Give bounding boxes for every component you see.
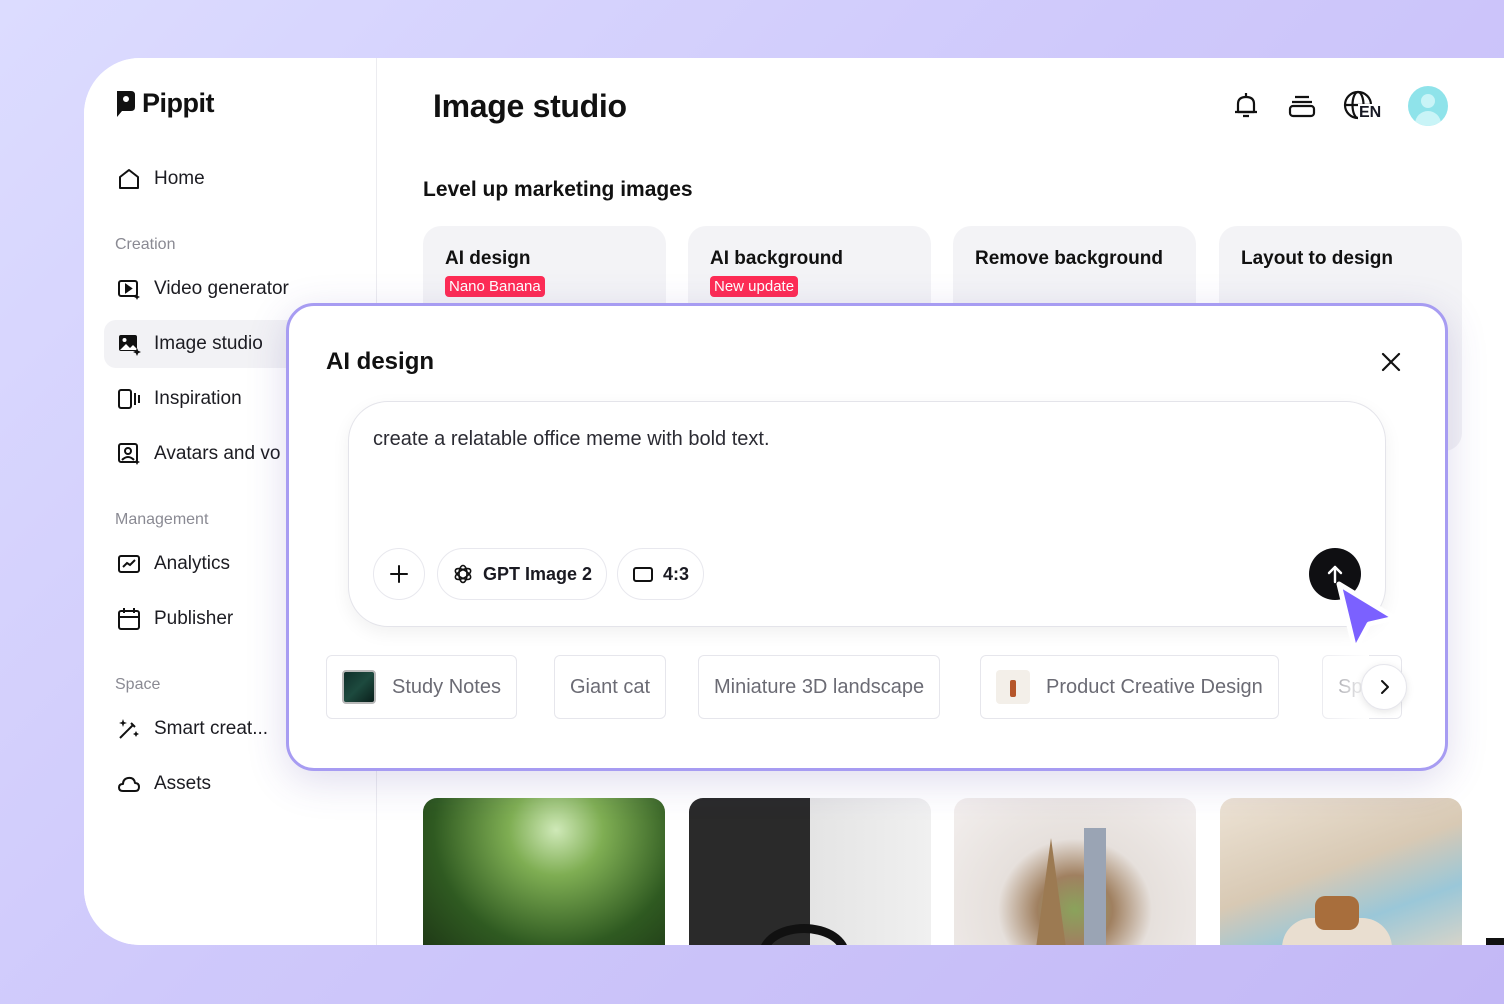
tool-card-badge: Nano Banana xyxy=(445,276,545,297)
inspiration-icon xyxy=(118,389,140,409)
video-generator-icon xyxy=(118,280,140,300)
avatar-voice-icon xyxy=(118,443,140,465)
openai-icon xyxy=(454,564,472,584)
section-title: Level up marketing images xyxy=(423,178,693,201)
pillow-shape xyxy=(1315,896,1359,930)
mouse-cursor-icon xyxy=(1336,581,1398,653)
image-studio-icon xyxy=(119,335,141,356)
stack-icon[interactable] xyxy=(1286,90,1318,122)
gallery-image-tent[interactable] xyxy=(1220,798,1462,945)
tool-card-title: Layout to design xyxy=(1241,248,1393,269)
ai-design-modal: AI design create a relatable office meme… xyxy=(286,303,1448,771)
bottle-shape xyxy=(1010,680,1016,697)
header-actions: EN xyxy=(1230,86,1448,126)
page-title: Image studio xyxy=(433,88,627,124)
sidebar-item-label: Inspiration xyxy=(154,388,242,409)
sidebar-item-label: Publisher xyxy=(154,608,234,629)
prompt-input[interactable]: create a relatable office meme with bold… xyxy=(348,401,1386,627)
suggestion-thumbnail xyxy=(342,670,376,704)
prompt-text[interactable]: create a relatable office meme with bold… xyxy=(373,428,770,451)
suggestion-label: Study Notes xyxy=(392,675,501,698)
suggestion-thumbnail xyxy=(996,670,1030,704)
suggestion-label: Product Creative Design xyxy=(1046,675,1263,698)
magic-wand-icon xyxy=(119,719,139,739)
sidebar-item-label: Avatars and vo xyxy=(154,443,281,464)
tool-card-badge: New update xyxy=(710,276,799,297)
calendar-icon xyxy=(118,608,140,630)
edge-mark xyxy=(1486,938,1504,945)
app-name: Pippit xyxy=(142,88,215,118)
model-label: GPT Image 2 xyxy=(483,563,593,584)
language-code: EN xyxy=(1358,104,1383,121)
close-icon[interactable] xyxy=(1377,348,1405,376)
suggestion-label: Miniature 3D landscape xyxy=(714,675,925,698)
headphones-shape xyxy=(759,924,849,945)
gallery-image-jungle[interactable] xyxy=(423,798,665,945)
add-attachment-button[interactable] xyxy=(373,548,425,600)
plus-icon xyxy=(390,565,408,583)
section-label-creation: Creation xyxy=(115,236,176,253)
tool-card-title: AI design xyxy=(445,248,531,269)
sidebar-item-label: Image studio xyxy=(154,333,263,354)
gallery-image-miniature-city[interactable] xyxy=(954,798,1196,945)
suggestion-chip-giant-cat[interactable]: Giant cat xyxy=(554,655,667,719)
suggestion-label: Giant cat xyxy=(570,675,651,698)
section-label-management: Management xyxy=(115,511,209,528)
suggestion-chip-product-creative-design[interactable]: Product Creative Design xyxy=(980,655,1279,719)
aspect-ratio-label: 4:3 xyxy=(663,563,690,584)
tool-card-title: Remove background xyxy=(975,248,1163,269)
suggestion-chip-study-notes[interactable]: Study Notes xyxy=(326,655,517,719)
sidebar-item-label: Analytics xyxy=(154,553,231,574)
analytics-icon xyxy=(118,555,140,573)
app-logo[interactable]: Pippit xyxy=(114,88,215,119)
tower-shape xyxy=(1084,828,1106,945)
sidebar-item-label: Home xyxy=(154,168,205,189)
sidebar-item-home[interactable]: Home xyxy=(104,155,364,203)
scroll-fade xyxy=(1309,655,1369,719)
bell-icon[interactable] xyxy=(1230,90,1262,122)
aspect-ratio-icon xyxy=(633,567,653,582)
suggestion-chip-miniature-landscape[interactable]: Miniature 3D landscape xyxy=(698,655,941,719)
gallery-image-headphones[interactable] xyxy=(689,798,931,945)
sidebar-item-label: Assets xyxy=(154,773,212,794)
user-avatar[interactable] xyxy=(1408,86,1448,126)
home-icon xyxy=(119,169,139,189)
temple-shape xyxy=(1036,838,1066,945)
model-selector[interactable]: GPT Image 2 xyxy=(437,548,608,600)
tool-card-title: AI background xyxy=(710,248,844,269)
chevron-right-icon xyxy=(1381,680,1389,694)
modal-title: AI design xyxy=(326,348,435,375)
sidebar-item-label: Video generator xyxy=(154,278,289,299)
language-selector[interactable]: EN xyxy=(1342,89,1384,123)
section-label-space: Space xyxy=(115,676,161,693)
pippit-logo-icon xyxy=(117,90,135,117)
suggestions-next-button[interactable] xyxy=(1361,664,1407,710)
aspect-ratio-selector[interactable]: 4:3 xyxy=(617,548,705,600)
cloud-icon xyxy=(118,776,140,792)
sidebar-item-label: Smart creat... xyxy=(154,718,269,739)
